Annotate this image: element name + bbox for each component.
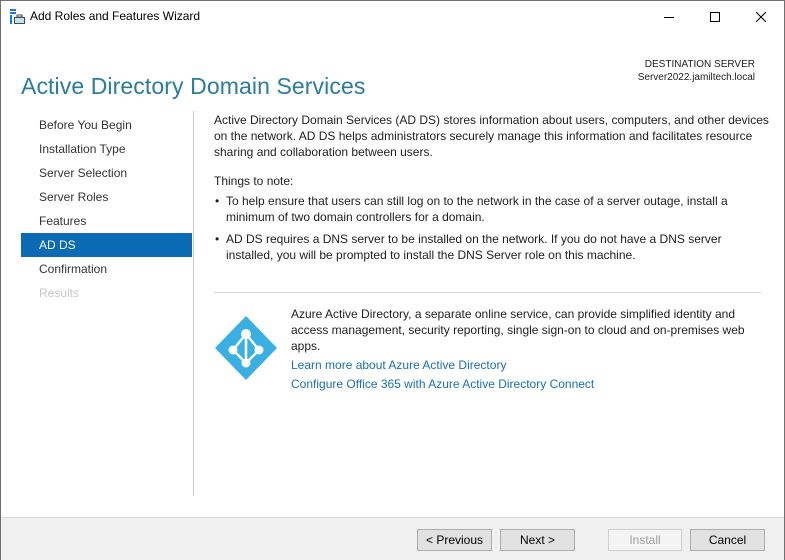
azure-ad-description: Azure Active Directory, a separate onlin… <box>291 307 745 353</box>
wizard-footer: < Previous Next > Install Cancel <box>1 517 784 560</box>
maximize-button[interactable] <box>692 1 738 32</box>
azure-ad-text: Azure Active Directory, a separate onlin… <box>291 306 761 392</box>
azure-active-directory-icon <box>214 315 278 381</box>
wizard-steps-nav: Before You Begin Installation Type Serve… <box>21 113 192 305</box>
nav-item-installation-type[interactable]: Installation Type <box>21 137 192 161</box>
configure-office365-link[interactable]: Configure Office 365 with Azure Active D… <box>291 376 761 392</box>
nav-item-results: Results <box>39 286 80 300</box>
note-text: To help ensure that users can still log … <box>226 194 728 224</box>
page-title: Active Directory Domain Services <box>21 73 366 100</box>
title-bar[interactable]: Add Roles and Features Wizard <box>1 1 784 32</box>
close-icon <box>756 11 766 22</box>
minimize-button[interactable] <box>646 1 692 32</box>
nav-item-server-selection[interactable]: Server Selection <box>21 161 192 185</box>
nav-item-before-you-begin[interactable]: Before You Begin <box>21 113 192 137</box>
notes-heading: Things to note: <box>214 174 294 188</box>
maximize-icon <box>710 11 720 22</box>
nav-item-ad-ds[interactable]: AD DS <box>21 233 192 257</box>
learn-more-azure-ad-link[interactable]: Learn more about Azure Active Directory <box>291 357 761 373</box>
install-button: Install <box>608 529 682 551</box>
destination-server-name: Server2022.jamiltech.local <box>637 72 755 83</box>
nav-item-confirmation[interactable]: Confirmation <box>21 257 192 281</box>
nav-item-server-roles[interactable]: Server Roles <box>21 185 192 209</box>
main-content: Active Directory Domain Services (AD DS)… <box>214 112 769 269</box>
notes-list: • To help ensure that users can still lo… <box>214 193 769 263</box>
minimize-icon <box>664 16 674 18</box>
destination-server-info: DESTINATION SERVER Server2022.jamiltech.… <box>638 58 755 84</box>
previous-button[interactable]: < Previous <box>417 529 492 551</box>
window-title: Add Roles and Features Wizard <box>30 9 201 23</box>
nav-divider <box>193 111 194 496</box>
note-item: • To help ensure that users can still lo… <box>214 193 769 225</box>
note-item: • AD DS requires a DNS server to be inst… <box>214 231 769 263</box>
nav-item-features[interactable]: Features <box>21 209 192 233</box>
next-button[interactable]: Next > <box>500 529 575 551</box>
server-manager-icon <box>10 9 26 25</box>
bullet-icon: • <box>215 194 220 208</box>
bullet-icon: • <box>215 232 220 246</box>
note-text: AD DS requires a DNS server to be instal… <box>226 232 722 262</box>
section-divider <box>214 292 761 293</box>
intro-text: Active Directory Domain Services (AD DS)… <box>214 113 769 159</box>
close-button[interactable] <box>738 1 784 32</box>
cancel-button[interactable]: Cancel <box>690 529 765 551</box>
wizard-window: Add Roles and Features Wizard Active Dir… <box>0 0 785 560</box>
destination-server-label: DESTINATION SERVER <box>644 59 755 70</box>
